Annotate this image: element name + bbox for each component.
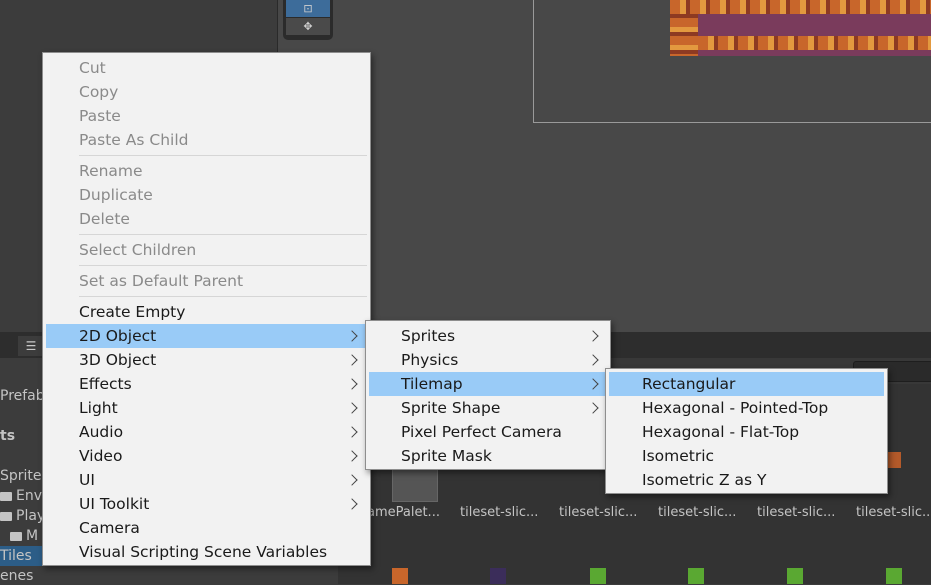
menu-separator: [79, 265, 367, 266]
menu-item-select-children[interactable]: Select Children: [43, 238, 370, 262]
chevron-right-icon: [587, 330, 599, 342]
menu-item-ui-toolkit[interactable]: UI Toolkit: [43, 492, 370, 516]
menu-item-sprite-mask[interactable]: Sprite Mask: [366, 444, 610, 468]
menu-item-effects[interactable]: Effects: [43, 372, 370, 396]
menu-item-rename[interactable]: Rename: [43, 159, 370, 183]
project-item-prefab[interactable]: Prefab: [0, 388, 45, 404]
asset-thumbnail[interactable]: [886, 568, 902, 584]
asset-thumbnail[interactable]: [392, 466, 438, 502]
menu-item-audio[interactable]: Audio: [43, 420, 370, 444]
menu-item-isometric[interactable]: Isometric: [606, 444, 887, 468]
menu-item-visual-scripting-scene-variables[interactable]: Visual Scripting Scene Variables: [43, 540, 370, 564]
menu-separator: [79, 234, 367, 235]
asset-label[interactable]: tileset-slic...: [460, 505, 538, 520]
asset-label[interactable]: tileset-slic...: [856, 505, 931, 520]
menu-item-rectangular[interactable]: Rectangular: [609, 372, 884, 396]
asset-thumbnail[interactable]: [688, 568, 704, 584]
chevron-right-icon: [346, 378, 358, 390]
chevron-right-icon: [346, 426, 358, 438]
context-menu: Cut Copy Paste Paste As Child Rename Dup…: [42, 52, 371, 566]
chevron-right-icon: [346, 330, 358, 342]
menu-item-delete[interactable]: Delete: [43, 207, 370, 231]
project-item-m[interactable]: M: [10, 528, 38, 544]
chevron-right-icon: [346, 450, 358, 462]
transform-tool-button[interactable]: ✥: [286, 18, 330, 35]
menu-item-copy[interactable]: Copy: [43, 80, 370, 104]
chevron-right-icon: [346, 354, 358, 366]
menu-item-ui[interactable]: UI: [43, 468, 370, 492]
menu-item-isometric-z-as-y[interactable]: Isometric Z as Y: [606, 468, 887, 492]
menu-item-tilemap[interactable]: Tilemap: [369, 372, 606, 396]
transform-tool-icon: ✥: [303, 20, 313, 33]
chevron-right-icon: [346, 498, 358, 510]
menu-item-duplicate[interactable]: Duplicate: [43, 183, 370, 207]
menu-separator: [79, 155, 367, 156]
rect-tool-button[interactable]: ⊡: [286, 0, 330, 17]
chevron-right-icon: [346, 474, 358, 486]
menu-item-paste[interactable]: Paste: [43, 104, 370, 128]
asset-thumbnail[interactable]: [787, 568, 803, 584]
menu-item-sprite-shape[interactable]: Sprite Shape: [366, 396, 610, 420]
project-item-tiles[interactable]: Tiles: [0, 548, 32, 564]
rect-tool-icon: ⊡: [303, 2, 313, 15]
menu-item-set-default-parent[interactable]: Set as Default Parent: [43, 269, 370, 293]
menu-separator: [79, 296, 367, 297]
chevron-right-icon: [587, 354, 599, 366]
menu-item-2d-object[interactable]: 2D Object: [46, 324, 366, 348]
project-item-scenes[interactable]: enes: [0, 568, 33, 584]
menu-item-hexagonal-flat-top[interactable]: Hexagonal - Flat-Top: [606, 420, 887, 444]
submenu-2d-object: Sprites Physics Tilemap Sprite Shape Pix…: [365, 320, 611, 470]
asset-label[interactable]: tileset-slic...: [658, 505, 736, 520]
asset-label[interactable]: tileset-slic...: [559, 505, 637, 520]
chevron-right-icon: [587, 378, 599, 390]
asset-thumbnail[interactable]: [392, 568, 408, 584]
menu-item-camera[interactable]: Camera: [43, 516, 370, 540]
menu-item-cut[interactable]: Cut: [43, 56, 370, 80]
menu-item-light[interactable]: Light: [43, 396, 370, 420]
menu-item-hexagonal-pointed-top[interactable]: Hexagonal - Pointed-Top: [606, 396, 887, 420]
asset-label[interactable]: tileset-slic...: [757, 505, 835, 520]
menu-item-pixel-perfect-camera[interactable]: Pixel Perfect Camera: [366, 420, 610, 444]
scene-tool-strip: ⊡ ✥: [283, 0, 333, 40]
folder-icon: [10, 531, 22, 541]
list-icon[interactable]: ☰: [18, 336, 44, 356]
camera-bounds: [533, 0, 931, 123]
menu-item-create-empty[interactable]: Create Empty: [43, 300, 370, 324]
menu-item-sprites[interactable]: Sprites: [366, 324, 610, 348]
project-item-player[interactable]: Play: [0, 508, 45, 524]
menu-item-3d-object[interactable]: 3D Object: [43, 348, 370, 372]
folder-icon: [0, 491, 12, 501]
chevron-right-icon: [346, 402, 358, 414]
project-item-assets[interactable]: ts: [0, 428, 15, 444]
menu-item-paste-as-child[interactable]: Paste As Child: [43, 128, 370, 152]
submenu-tilemap: Rectangular Hexagonal - Pointed-Top Hexa…: [605, 368, 888, 494]
asset-label[interactable]: amePalet...: [367, 505, 440, 520]
project-item-environment[interactable]: Envi: [0, 488, 46, 504]
chevron-right-icon: [587, 402, 599, 414]
asset-thumbnail[interactable]: [490, 568, 506, 584]
menu-item-physics[interactable]: Physics: [366, 348, 610, 372]
asset-thumbnail[interactable]: [590, 568, 606, 584]
folder-icon: [0, 511, 12, 521]
menu-item-video[interactable]: Video: [43, 444, 370, 468]
